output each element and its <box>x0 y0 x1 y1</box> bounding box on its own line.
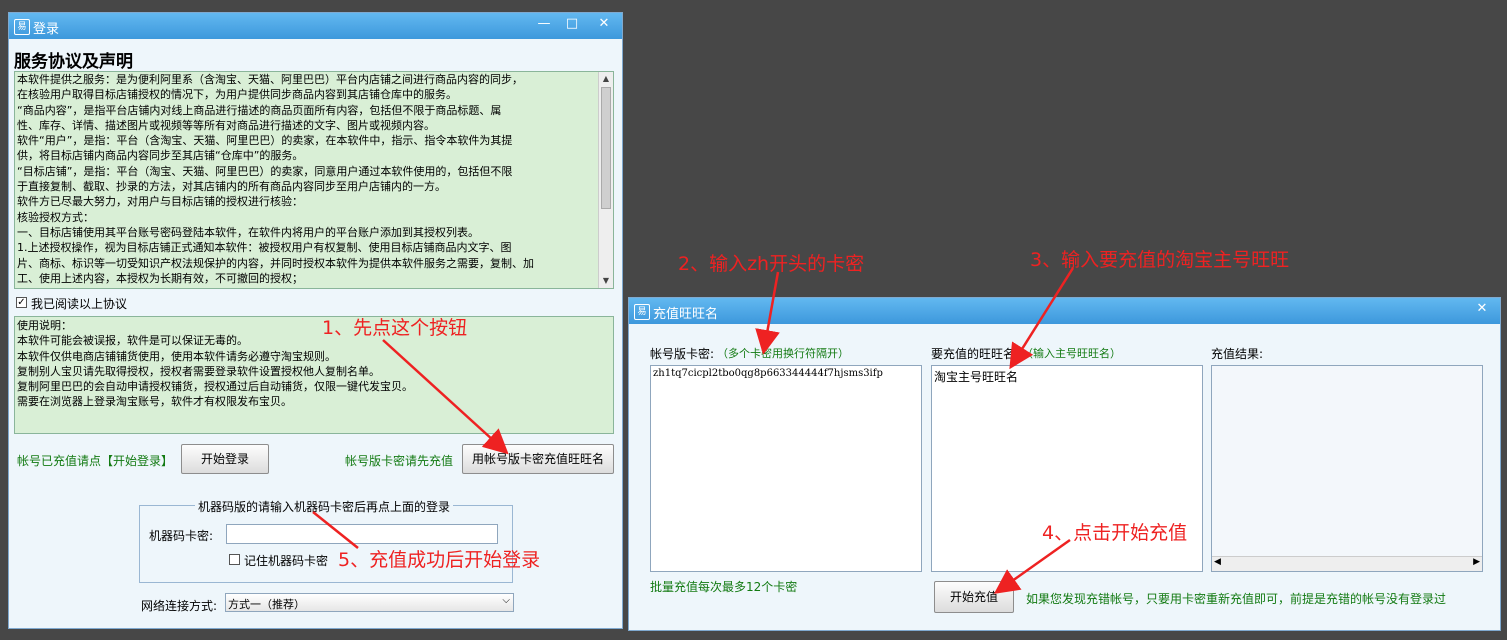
arrow-step5 <box>312 511 359 549</box>
arrow-step2 <box>755 271 780 355</box>
arrow-step4 <box>993 538 1071 594</box>
arrow-step1 <box>382 339 509 455</box>
annotation-arrows <box>312 267 1075 594</box>
arrow-step3 <box>1009 267 1075 370</box>
